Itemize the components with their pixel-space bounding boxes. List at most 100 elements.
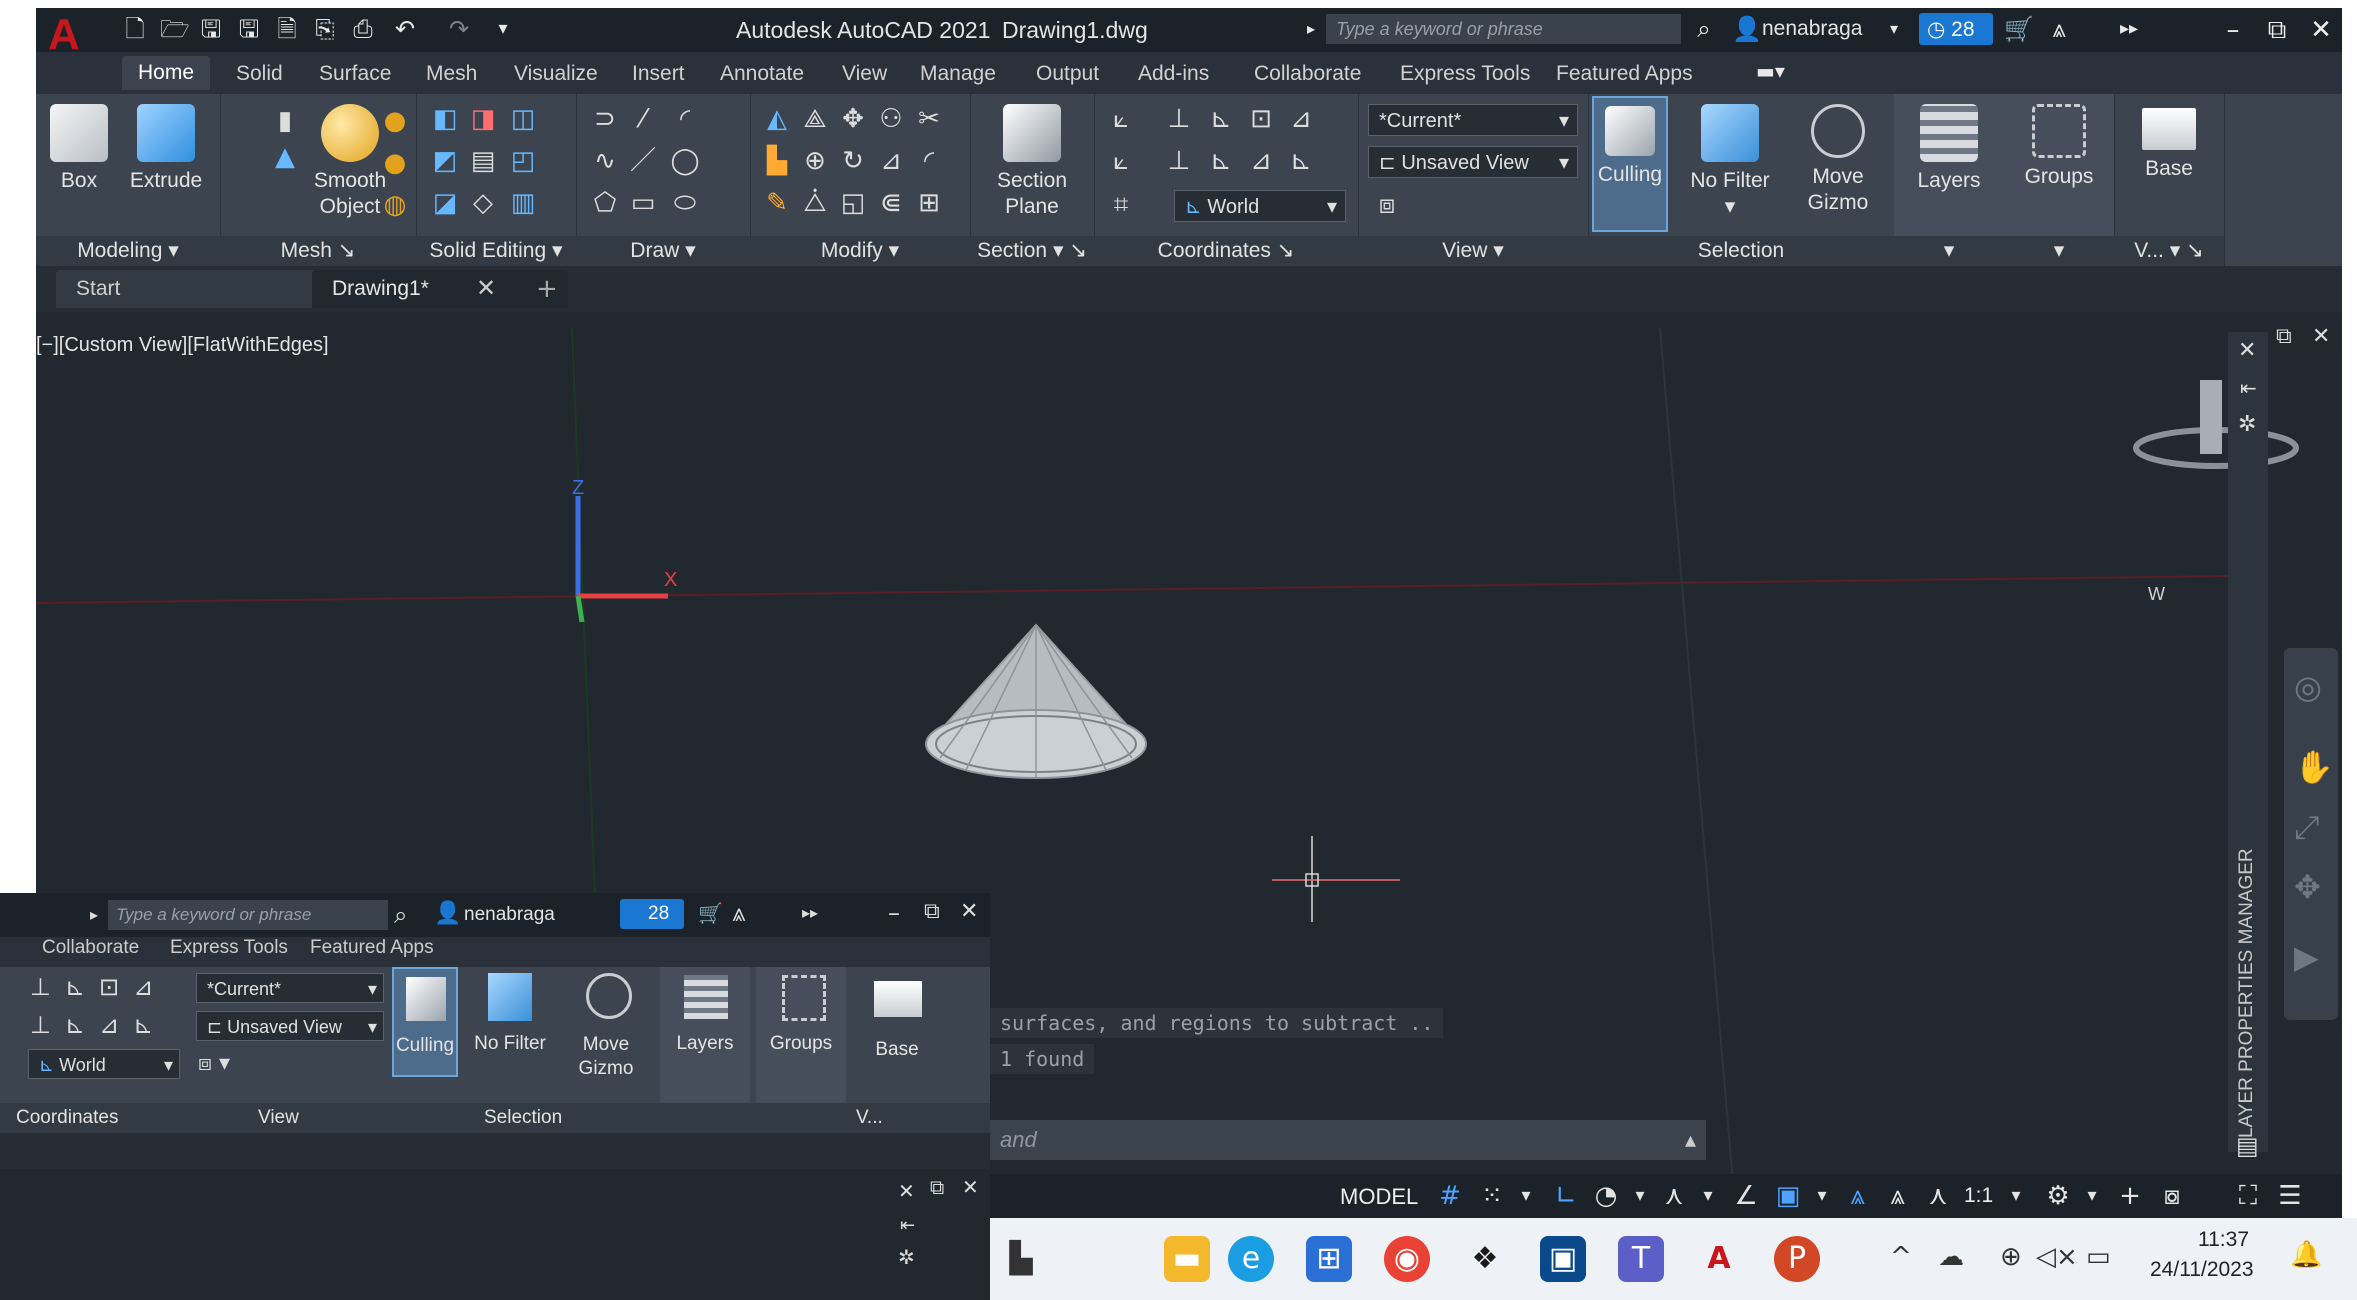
- ucs-icon[interactable]: ⟀: [1106, 104, 1136, 134]
- arc-icon[interactable]: ◜: [670, 104, 700, 134]
- user-dropdown-icon[interactable]: ▾: [1881, 16, 1907, 42]
- ucs-world-icon[interactable]: ⊥: [1164, 104, 1194, 134]
- ucs-manager-icon[interactable]: ⌗: [1106, 190, 1136, 220]
- save-icon[interactable]: 🖫: [198, 16, 224, 42]
- close-palette-icon[interactable]: ✕: [2238, 338, 2256, 363]
- slice-icon[interactable]: ◫: [508, 104, 538, 134]
- construction-line-icon[interactable]: ／: [628, 146, 658, 176]
- culling-tool[interactable]: Culling: [1592, 96, 1668, 232]
- annotation-scale-value[interactable]: 1:1: [1964, 1184, 1993, 1208]
- zoom-extents-icon[interactable]: ⤢: [2294, 808, 2320, 847]
- inset-close-button[interactable]: ✕: [960, 899, 978, 924]
- taskbar-window-icon[interactable]: ▙: [998, 1236, 1044, 1282]
- scale-icon[interactable]: ⊿: [876, 146, 906, 176]
- shell-icon[interactable]: ◇: [468, 188, 498, 218]
- microsoft-store-icon[interactable]: ⊞: [1306, 1236, 1352, 1282]
- trim-icon[interactable]: ✂: [914, 104, 944, 134]
- inset-close-viewport-icon[interactable]: ✕: [962, 1175, 979, 1199]
- onedrive-icon[interactable]: ☁: [1938, 1242, 1964, 1272]
- tab-express-tools[interactable]: Express Tools: [1400, 62, 1530, 86]
- tab-mesh[interactable]: Mesh: [426, 62, 477, 86]
- cart-icon[interactable]: 🛒: [2004, 16, 2034, 42]
- workspace-gear-icon[interactable]: ⚙: [2042, 1180, 2074, 1212]
- inset-culling-tool[interactable]: Culling: [392, 967, 458, 1077]
- section-plane-tool[interactable]: Section Plane: [984, 104, 1080, 220]
- inset-search-icon[interactable]: ⌕: [394, 901, 407, 929]
- inset-settings-icon[interactable]: ✲: [898, 1245, 915, 1269]
- inset-tab-collaborate[interactable]: Collaborate: [42, 937, 139, 959]
- refine-mesh-icon[interactable]: ◍: [380, 190, 410, 220]
- isolate-objects-icon[interactable]: ⧇: [2156, 1180, 2188, 1212]
- inset-tab-express-tools[interactable]: Express Tools: [170, 937, 288, 959]
- ortho-icon[interactable]: ∟: [1550, 1180, 1582, 1212]
- groups-tool[interactable]: Groups: [2014, 104, 2104, 190]
- ucs-3point-icon[interactable]: ⊾: [1206, 104, 1236, 134]
- polar-icon[interactable]: ◔: [1590, 1180, 1622, 1212]
- solid-editing-panel-title[interactable]: Solid Editing ▾: [416, 236, 576, 266]
- command-history-toggle-icon[interactable]: ▴: [1685, 1120, 1696, 1160]
- draw-panel-title[interactable]: Draw ▾: [576, 236, 750, 266]
- inset-selection-title[interactable]: Selection: [484, 1107, 562, 1129]
- autocad-taskbar-icon[interactable]: A: [1696, 1236, 1742, 1282]
- fillet-edge-icon[interactable]: ◪: [430, 188, 460, 218]
- tab-insert[interactable]: Insert: [632, 62, 685, 86]
- mesh-panel-title[interactable]: Mesh ↘: [220, 236, 416, 266]
- inset-search-expand-icon[interactable]: ▸: [90, 905, 98, 924]
- line-icon[interactable]: ⁄: [628, 104, 658, 134]
- inset-view-title[interactable]: View: [258, 1107, 299, 1129]
- showmotion-icon[interactable]: ▶: [2294, 938, 2319, 976]
- inset-autohide-icon[interactable]: ⇤: [900, 1215, 915, 1236]
- notifications-badge[interactable]: ◷ 28: [1919, 13, 1993, 45]
- move-gizmo-tool[interactable]: Move Gizmo: [1792, 104, 1884, 216]
- ucs-y-icon[interactable]: ⊾: [1206, 146, 1236, 176]
- redo-icon[interactable]: ↷: [446, 16, 472, 42]
- box-tool[interactable]: Box: [44, 104, 114, 194]
- viewport-config-icon[interactable]: ⧈: [1372, 190, 1402, 220]
- ucs-x-icon[interactable]: ⊥: [1164, 146, 1194, 176]
- modify-panel-title[interactable]: Modify ▾: [750, 236, 970, 266]
- viewcube[interactable]: [2133, 380, 2299, 469]
- username-label[interactable]: nenabraga: [1762, 17, 1862, 41]
- ucs-dropdown[interactable]: ⊾ World ▾: [1174, 190, 1346, 222]
- extract-edges-icon[interactable]: ◰: [508, 146, 538, 176]
- model-space-button[interactable]: MODEL: [1340, 1184, 1418, 1210]
- taskbar-date[interactable]: 24/11/2023: [2150, 1258, 2254, 1282]
- isodraft-dropdown-icon[interactable]: ▾: [1692, 1180, 1724, 1212]
- workspace-dropdown-icon[interactable]: ▾: [2076, 1180, 2108, 1212]
- inset-ucs-icons-row2[interactable]: ⊥⊾⊿⊾: [30, 1011, 167, 1039]
- inset-viewport-config-icon[interactable]: ⧈ ▾: [198, 1051, 230, 1076]
- ucs-object-icon[interactable]: ⊿: [1286, 104, 1316, 134]
- snap-dropdown-icon[interactable]: ▾: [1510, 1180, 1542, 1212]
- inset-restore-viewport-icon[interactable]: ⧉: [930, 1175, 944, 1199]
- separate-icon[interactable]: ▥: [508, 188, 538, 218]
- tab-solid[interactable]: Solid: [236, 62, 283, 86]
- polar-dropdown-icon[interactable]: ▾: [1624, 1180, 1656, 1212]
- subtract-icon[interactable]: ◨: [468, 104, 498, 134]
- intersect-icon[interactable]: ◩: [430, 146, 460, 176]
- palette-settings-icon[interactable]: ✲: [2238, 412, 2256, 437]
- tab-add-ins[interactable]: Add-ins: [1138, 62, 1209, 86]
- auto-scale-icon[interactable]: ⩓: [1882, 1180, 1914, 1212]
- inset-autodesk-icon[interactable]: ⩓: [732, 899, 746, 927]
- rectangle-icon[interactable]: ▭: [628, 188, 658, 218]
- fillet-icon[interactable]: ◜: [914, 146, 944, 176]
- annotation-scale-icon[interactable]: ⋏: [1922, 1180, 1954, 1212]
- inset-search-input[interactable]: Type a keyword or phrase: [108, 900, 388, 930]
- scale-dropdown-icon[interactable]: ▾: [2000, 1180, 2032, 1212]
- search-input[interactable]: Type a keyword or phrase: [1326, 14, 1681, 44]
- new-tab-icon[interactable]: +: [536, 274, 558, 304]
- inset-ucs-icons[interactable]: ⊥⊾⊡⊿: [30, 973, 167, 1001]
- inset-close-palette-icon[interactable]: ✕: [898, 1179, 915, 1203]
- powerpoint-icon[interactable]: P: [1774, 1236, 1820, 1282]
- inset-more-icon[interactable]: ▸▸: [802, 903, 818, 922]
- navigation-bar[interactable]: ◎ ✋ ⤢ ✥ ▶: [2284, 648, 2338, 1020]
- teams-icon[interactable]: T: [1618, 1236, 1664, 1282]
- no-filter-tool[interactable]: No Filter ▾: [1684, 104, 1776, 220]
- open-folder-icon[interactable]: 🗁: [160, 16, 190, 42]
- orbit-icon[interactable]: ✥: [2294, 868, 2321, 906]
- visual-style-dropdown[interactable]: *Current* ▾: [1368, 104, 1578, 136]
- language-icon[interactable]: ⊕: [2000, 1242, 2022, 1272]
- view-panel-title[interactable]: View ▾: [1358, 236, 1588, 266]
- app-icon[interactable]: ▣: [1540, 1236, 1586, 1282]
- chrome-icon[interactable]: ◉: [1384, 1236, 1430, 1282]
